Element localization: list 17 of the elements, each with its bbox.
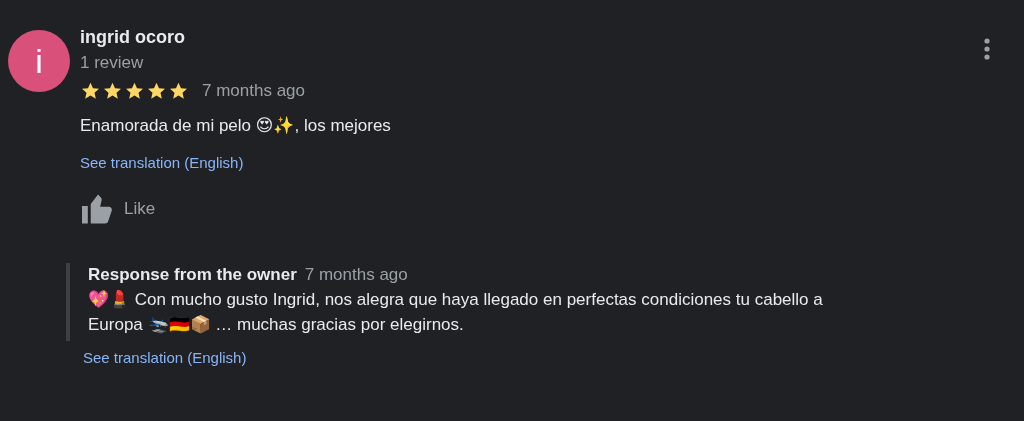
- like-button[interactable]: Like: [80, 193, 156, 225]
- review-text: Enamorada de mi pelo 😍✨, los mejores: [80, 115, 392, 136]
- see-translation-link[interactable]: See translation (English): [80, 154, 244, 171]
- response-title: Response from the owner: [88, 265, 297, 285]
- review-time: 7 months ago: [202, 81, 305, 101]
- star-icon: [102, 81, 123, 101]
- see-translation-link[interactable]: See translation (English): [83, 349, 247, 366]
- star-icon: [168, 81, 189, 101]
- more-options-icon[interactable]: [984, 38, 990, 60]
- author-name: ingrid ocoro: [80, 27, 185, 48]
- review-count: 1 review: [80, 53, 145, 73]
- avatar: i: [8, 30, 70, 92]
- response-time: 7 months ago: [304, 265, 408, 285]
- star-icon: [146, 81, 167, 101]
- star-icon: [124, 81, 145, 101]
- star-icon: [80, 81, 101, 101]
- response-text: 💖💄 Con mucho gusto Ingrid, nos alegra que haya llegado en perfectas condiciones tu cabello a Europa 🛬🇩🇪📦 … muchas gracias por elegirnos.: [88, 289, 824, 336]
